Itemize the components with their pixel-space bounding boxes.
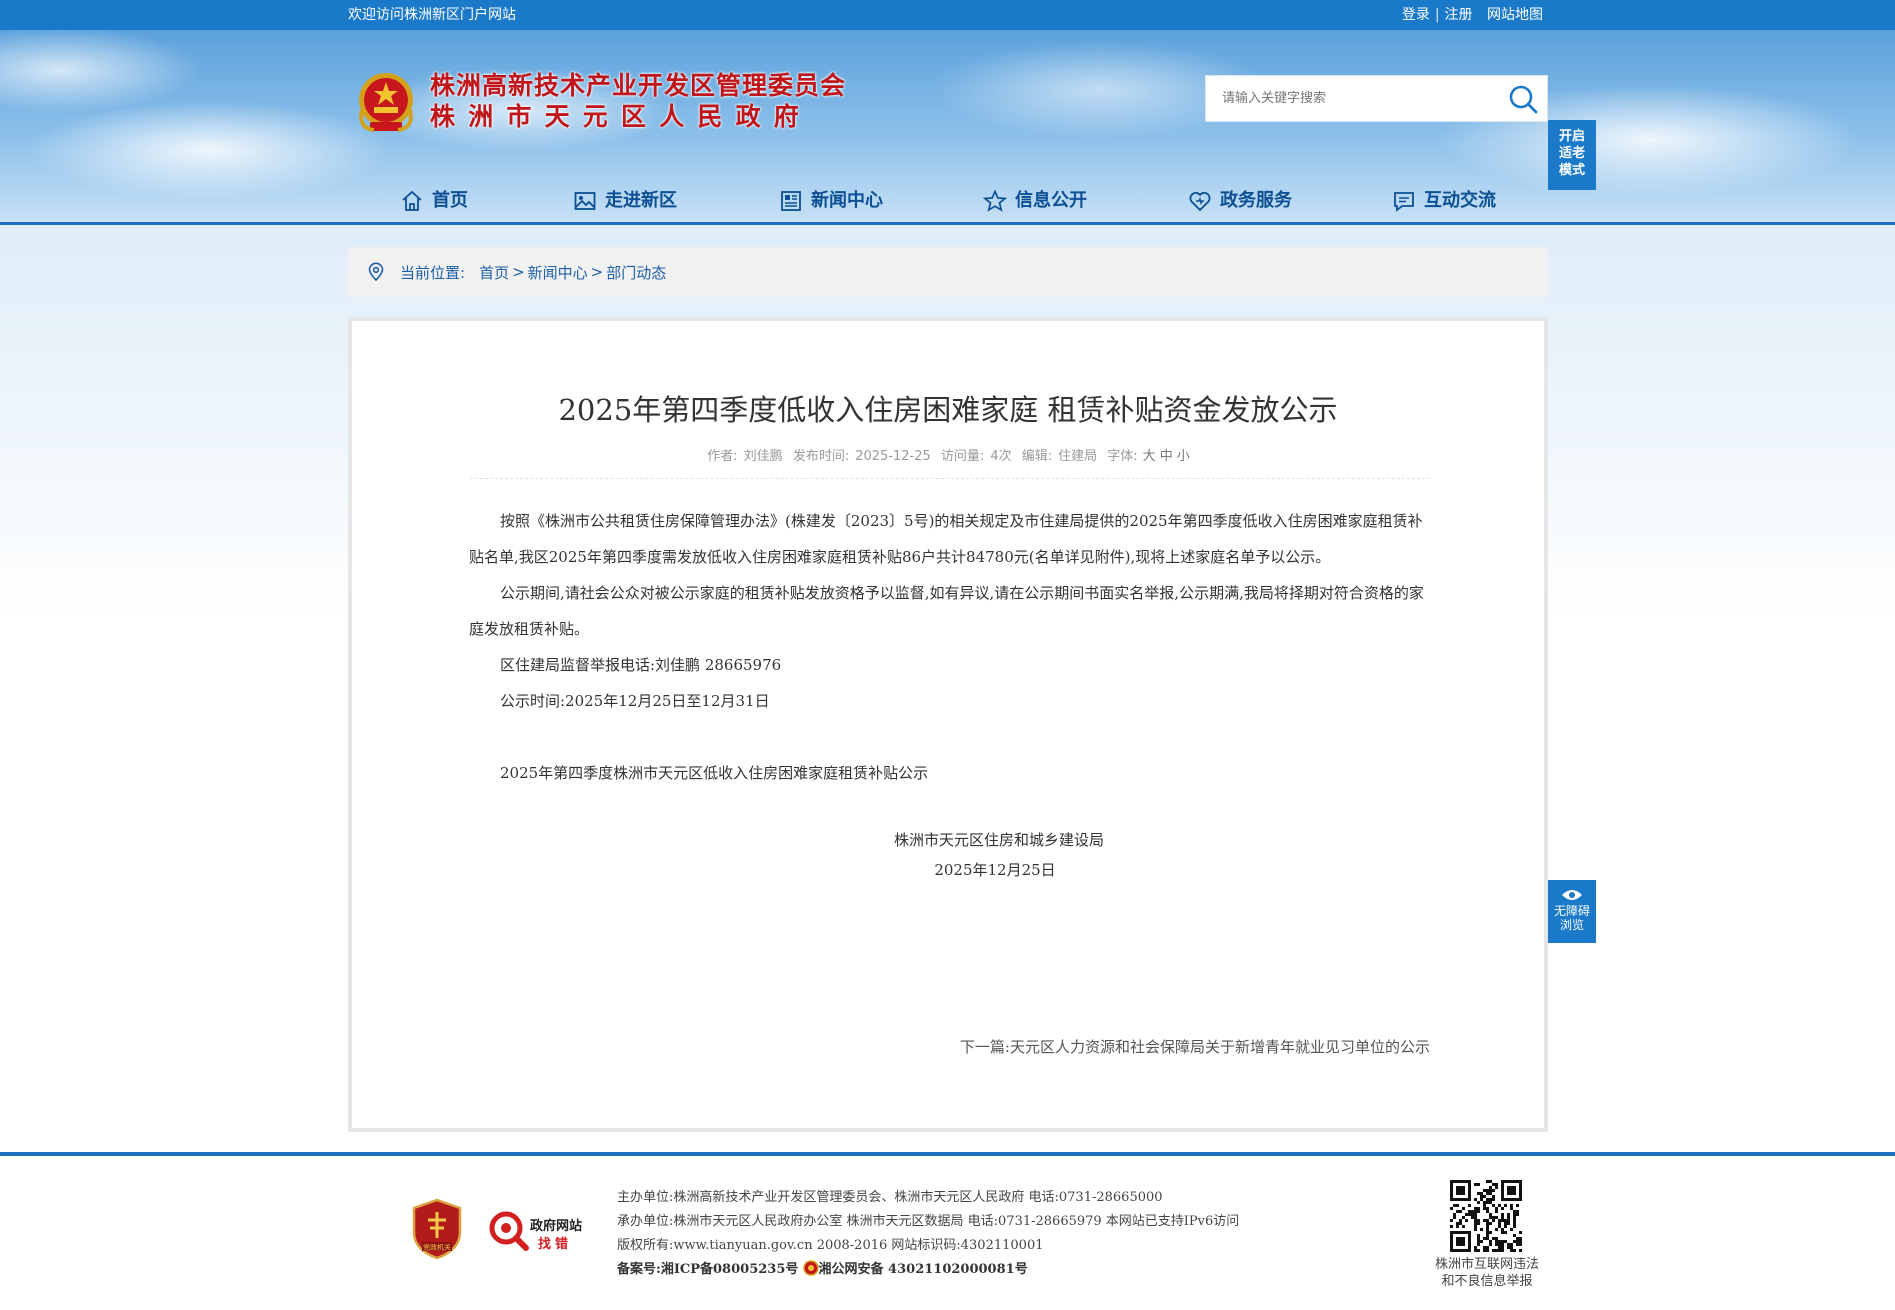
magnifier-icon: 政府网站 找错 — [489, 1211, 582, 1252]
signature-org: 株洲市天元区住房和城乡建设局 — [893, 831, 1104, 849]
star-icon — [983, 189, 1007, 212]
accessibility-line1: 无障碍 — [1553, 904, 1590, 918]
signature-date: 2025年12月25日 — [934, 861, 1056, 879]
footer-icp-label: 备案号: — [617, 1262, 661, 1277]
footer-info: 主办单位:株洲高新技术产业开发区管理委员会、株洲市天元区人民政府 电话:0731… — [617, 1186, 1239, 1282]
meta-author-label: 作者: — [707, 449, 738, 464]
breadcrumb-arrow: > — [512, 263, 525, 281]
meta-views: 4次 — [990, 449, 1012, 464]
article-panel: 2025年第四季度低收入住房困难家庭 租赁补贴资金发放公示 作者: 刘佳鹏 发布时… — [348, 317, 1548, 1132]
accessibility-line2: 浏览 — [1559, 918, 1584, 932]
article-title: 2025年第四季度低收入住房困难家庭 租赁补贴资金发放公示 — [558, 393, 1338, 427]
home-icon — [402, 190, 422, 211]
badge-line2: 找错 — [538, 1236, 572, 1252]
accessibility-button[interactable]: 无障碍 浏览 — [1548, 880, 1596, 943]
site-title: 株洲高新技术产业开发区管理委员会 株洲市天元区人民政府 — [430, 70, 846, 132]
search-icon[interactable] — [1507, 84, 1539, 114]
site-title-line2: 株洲市天元区人民政府 — [430, 102, 813, 131]
search-input[interactable] — [1206, 76, 1496, 121]
next-article-link[interactable]: 下一篇:天元区人力资源和社会保障局关于新增青年就业见习单位的公示 — [960, 1036, 1430, 1057]
breadcrumb-arrow: > — [590, 263, 604, 281]
fontsize-medium-button[interactable]: 中 — [1160, 449, 1173, 464]
police-record-link[interactable]: 湘公网安备 43021102000081号 — [819, 1262, 1028, 1277]
next-title: 天元区人力资源和社会保障局关于新增青年就业见习单位的公示 — [1009, 1038, 1430, 1056]
heart-icon — [1189, 192, 1211, 212]
picture-icon — [574, 192, 596, 210]
icp-link[interactable]: 湘ICP备08005235号 — [661, 1262, 799, 1277]
article-body: 按照《株洲市公共租赁住房保障管理办法》(株建发〔2023〕5号)的相关规定及市住… — [469, 503, 1433, 791]
breadcrumb-label: 当前位置: — [400, 263, 466, 282]
police-badge-icon — [802, 1260, 819, 1276]
breadcrumb-home[interactable]: 首页 — [479, 262, 509, 283]
article-paragraph: 按照《株洲市公共租赁住房保障管理办法》(株建发〔2023〕5号)的相关规定及市住… — [469, 512, 1423, 566]
national-emblem-icon[interactable] — [356, 70, 416, 134]
qr-caption: 株洲市互联网违法 和不良信息举报 — [1425, 1256, 1549, 1290]
nav-label-about: 走进新区 — [605, 190, 677, 211]
nav-label-interact: 互动交流 — [1424, 190, 1496, 211]
qr-caption-line1: 株洲市互联网违法 — [1434, 1257, 1539, 1272]
fontsize-small-button[interactable]: 小 — [1177, 449, 1190, 464]
nav-item-info[interactable]: 信息公开 — [983, 178, 1087, 224]
article-paragraph: 公示期间,请社会公众对被公示家庭的租赁补贴发放资格予以监督,如有异议,请在公示期… — [469, 584, 1424, 638]
newspaper-icon — [781, 191, 801, 211]
location-pin-icon — [368, 262, 384, 282]
breadcrumb-news[interactable]: 新闻中心 — [528, 262, 588, 283]
nav-item-service[interactable]: 政务服务 — [1188, 178, 1292, 224]
nav-label-info: 信息公开 — [1015, 190, 1087, 211]
nav-divider — [0, 222, 1895, 225]
login-link[interactable]: 登录 — [1402, 7, 1430, 23]
qr-code-icon[interactable] — [1450, 1180, 1522, 1252]
nav-label-news: 新闻中心 — [811, 190, 883, 211]
nav-label-service: 政务服务 — [1220, 190, 1292, 211]
gov-site-error-badge[interactable]: 政府网站 找错 — [486, 1208, 586, 1254]
party-gov-badge-text: 党政机关 — [423, 1243, 451, 1252]
footer-copyright: 版权所有:www.tianyuan.gov.cn 2008-2016 网站标识码… — [617, 1238, 1044, 1253]
elder-mode-line1: 开启 — [1558, 129, 1585, 144]
footer-undertake: 承办单位:株洲市天元区人民政府办公室 株洲市天元区数据局 电话:0731-286… — [617, 1214, 1240, 1229]
next-label: 下一篇: — [959, 1038, 1010, 1056]
qr-caption-line2: 和不良信息举报 — [1441, 1274, 1533, 1289]
chat-icon — [1394, 192, 1414, 212]
site-title-line1: 株洲高新技术产业开发区管理委员会 — [430, 71, 847, 100]
top-links: 登录 | 注册 网站地图 — [1402, 0, 1543, 30]
top-bar: 欢迎访问株洲新区门户网站 登录 | 注册 网站地图 — [0, 0, 1895, 30]
nav-item-news[interactable]: 新闻中心 — [779, 178, 883, 224]
article-paragraph: 公示时间:2025年12月25日至12月31日 — [500, 692, 770, 710]
search-box — [1205, 75, 1548, 122]
register-link[interactable]: 注册 — [1445, 7, 1473, 23]
main-nav: 首页 走进新区 新闻中心 信息公开 政务服务 互动交流 — [0, 178, 1895, 224]
welcome-text: 欢迎访问株洲新区门户网站 — [348, 7, 516, 23]
breadcrumb: 当前位置: 首页 > 新闻中心 > 部门动态 — [348, 247, 1548, 297]
nav-item-interact[interactable]: 互动交流 — [1392, 178, 1496, 224]
elder-mode-line2: 适老 — [1558, 146, 1585, 161]
badge-line1: 政府网站 — [530, 1218, 582, 1234]
nav-item-home[interactable]: 首页 — [400, 178, 468, 224]
breadcrumb-dept[interactable]: 部门动态 — [606, 262, 666, 283]
footer-host: 主办单位:株洲高新技术产业开发区管理委员会、株洲市天元区人民政府 电话:0731… — [617, 1190, 1163, 1205]
meta-date: 2025-12-25 — [855, 449, 931, 464]
site-footer: 党政机关 政府网站 找错 主办单位:株洲高新技术产业开发区管理委员会、株洲市天元… — [0, 1156, 1895, 1310]
article-paragraph: 区住建局监督举报电话:刘佳鹏 28665976 — [500, 656, 782, 674]
elder-mode-line3: 模式 — [1558, 163, 1585, 178]
sitemap-link[interactable]: 网站地图 — [1487, 7, 1543, 23]
fontsize-large-button[interactable]: 大 — [1143, 449, 1156, 464]
meta-author: 刘佳鹏 — [743, 449, 783, 464]
nav-label-home: 首页 — [432, 190, 468, 211]
attachment-link[interactable]: 2025年第四季度株洲市天元区低收入住房困难家庭租赁补贴公示 — [469, 755, 1433, 791]
meta-divider — [470, 478, 1430, 479]
meta-views-label: 访问量: — [940, 449, 985, 464]
meta-editor-label: 编辑: — [1021, 449, 1053, 464]
article-meta: 作者: 刘佳鹏 发布时间: 2025-12-25 访问量: 4次 编辑: 住建局 字体:… — [352, 445, 1544, 464]
eye-icon — [1562, 890, 1582, 900]
meta-fontsize-label: 字体: — [1107, 449, 1138, 464]
footer-icp-row: 备案号:湘ICP备08005235号 湘公网安备 43021102000081号 — [617, 1258, 1239, 1282]
top-separator: | — [1434, 7, 1440, 23]
meta-date-label: 发布时间: — [792, 449, 850, 464]
nav-item-about[interactable]: 走进新区 — [573, 178, 677, 224]
party-gov-badge-icon[interactable]: 党政机关 — [410, 1198, 464, 1260]
meta-editor: 住建局 — [1058, 449, 1098, 464]
